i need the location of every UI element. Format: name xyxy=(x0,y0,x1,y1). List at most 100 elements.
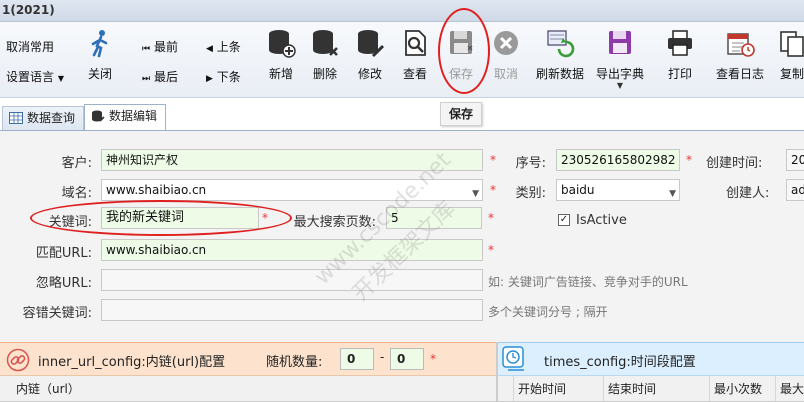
database-edit-icon xyxy=(358,30,385,58)
print-button[interactable]: 打印 xyxy=(654,26,706,88)
serial-field[interactable]: 230526165802982 xyxy=(556,149,680,171)
last-icon: ⏭ xyxy=(142,74,151,84)
database-delete-icon xyxy=(313,30,338,56)
first-label: 最前 xyxy=(153,40,178,54)
prev-label: 上条 xyxy=(216,40,241,54)
ignore-url-hint: 如: 关键词广告链接、竞争对手的URL xyxy=(488,275,688,289)
random-required-mark: * xyxy=(430,352,436,366)
refresh-button[interactable]: 刷新数据 xyxy=(532,26,588,88)
copy-icon xyxy=(780,31,804,57)
window-title: 1(2021) xyxy=(2,3,55,17)
close-label: 关闭 xyxy=(87,67,112,81)
edit-form: 客户: 神州知识产权 * 序号: 230526165802982 * 创建时间:… xyxy=(0,130,804,342)
isactive-checkbox[interactable]: ✓ xyxy=(558,214,570,226)
export-dropdown-icon: ▼ xyxy=(616,81,624,90)
column-header-min-count[interactable]: 最小次数 xyxy=(710,376,776,402)
fault-keyword-hint: 多个关键词分号 ; 隔开 xyxy=(488,305,608,319)
database-icon xyxy=(92,110,105,122)
domain-label: 域名: xyxy=(61,186,92,201)
serial-label: 序号: xyxy=(515,156,546,171)
cancel-label: 取消 xyxy=(493,67,518,81)
database-add-icon xyxy=(269,30,296,58)
times-grid-header: 开始时间 结束时间 最小次数 最大 xyxy=(498,376,804,402)
next-label: 下条 xyxy=(216,70,241,84)
last-button[interactable]: ⏭ 最后 xyxy=(142,68,178,85)
last-label: 最后 xyxy=(153,70,178,84)
view-log-button[interactable]: 查看日志 xyxy=(712,26,768,88)
random-range-separator: - xyxy=(380,350,385,364)
column-header-inner-url[interactable]: 内链（url） xyxy=(12,376,496,402)
set-language-button[interactable]: 设置语言 ▼ xyxy=(6,68,64,85)
next-icon: ▶ xyxy=(206,74,213,84)
toolbar: 取消常用 设置语言 ▼ 关闭 ⏮ 最前 ⏭ 最后 ◀ 上条 ▶ 下条 新增 删除… xyxy=(0,22,804,98)
random-min-field[interactable]: 0 xyxy=(340,348,374,370)
prev-button[interactable]: ◀ 上条 xyxy=(206,38,241,55)
calendar-log-icon xyxy=(727,33,755,57)
close-button[interactable]: 关闭 xyxy=(74,26,126,88)
export-dict-label: 导出字典 xyxy=(595,67,644,81)
print-label: 打印 xyxy=(667,67,692,81)
tab-data-query-label: 数据查询 xyxy=(27,111,76,125)
cancel-circle-icon xyxy=(494,31,518,55)
prev-icon: ◀ xyxy=(206,44,213,54)
column-header-end-time[interactable]: 结束时间 xyxy=(604,376,710,402)
refresh-label: 刷新数据 xyxy=(535,67,584,81)
isactive-label: IsActive xyxy=(576,213,627,228)
grid-table-icon xyxy=(9,112,23,124)
save-tooltip: 保存 xyxy=(440,102,482,126)
keyword-required-mark: * xyxy=(262,211,268,225)
category-select[interactable]: baidu ▼ xyxy=(556,179,680,201)
fault-keyword-field[interactable] xyxy=(101,299,483,321)
tab-data-edit-label: 数据编辑 xyxy=(109,109,158,123)
tab-strip: 数据查询 数据编辑 xyxy=(0,104,440,131)
customer-required-mark: * xyxy=(490,153,496,167)
title-bar: 1(2021) xyxy=(0,0,804,22)
match-url-label: 匹配URL: xyxy=(35,246,92,261)
column-header-max[interactable]: 最大 xyxy=(776,376,804,402)
cancel-button[interactable]: 取消 xyxy=(480,26,532,88)
inner-url-config-panel: inner_url_config:内链(url)配置 随机数量: 0 - 0 * xyxy=(0,342,496,376)
creator-label: 创建人: xyxy=(726,186,770,201)
keyword-field[interactable]: 我的新关键词 xyxy=(101,207,259,229)
inner-url-grid-header: 内链（url） xyxy=(0,376,496,402)
tab-data-edit[interactable]: 数据编辑 xyxy=(84,104,167,131)
export-dict-button[interactable]: 导出字典 ▼ xyxy=(594,26,646,90)
fault-keyword-label: 容错关键词: xyxy=(22,306,92,321)
column-header-start-time[interactable]: 开始时间 xyxy=(514,376,604,402)
tab-data-query[interactable]: 数据查询 xyxy=(2,106,85,130)
row-indicator-cell xyxy=(498,376,514,402)
customer-field[interactable]: 神州知识产权 xyxy=(101,149,483,171)
dropdown-arrow-icon: ▼ xyxy=(669,189,676,199)
set-language-label: 设置语言 xyxy=(6,70,55,84)
match-url-field[interactable]: www.shaibiao.cn xyxy=(101,239,483,261)
max-pages-label: 最大搜索页数: xyxy=(293,215,376,230)
match-url-required-mark: * xyxy=(488,243,494,257)
floppy-disk-icon xyxy=(450,31,473,54)
domain-select[interactable]: www.shaibiao.cn ▼ xyxy=(101,179,483,201)
clock-icon xyxy=(502,346,524,371)
random-max-field[interactable]: 0 xyxy=(390,348,424,370)
inner-url-panel-title: inner_url_config:内链(url)配置 xyxy=(38,355,226,370)
printer-icon xyxy=(668,30,692,56)
created-time-field[interactable]: 20 xyxy=(786,149,804,171)
max-pages-field[interactable]: 5 xyxy=(386,207,482,229)
view-label: 查看 xyxy=(402,67,427,81)
view-button[interactable]: 查看 xyxy=(389,26,441,88)
refresh-data-icon xyxy=(547,30,575,58)
times-panel-title: times_config:时间段配置 xyxy=(544,355,696,370)
times-config-panel: times_config:时间段配置 xyxy=(498,342,804,376)
ignore-url-label: 忽略URL: xyxy=(35,276,92,291)
max-pages-required-mark: * xyxy=(488,211,494,225)
dropdown-arrow-icon: ▼ xyxy=(57,74,64,83)
next-button[interactable]: ▶ 下条 xyxy=(206,68,241,85)
check-icon: ✓ xyxy=(559,214,569,225)
first-button[interactable]: ⏮ 最前 xyxy=(142,38,178,55)
copy-label: 复制 xyxy=(780,67,804,81)
walking-person-icon xyxy=(91,30,108,58)
created-time-label: 创建时间: xyxy=(706,156,763,171)
ignore-url-field[interactable] xyxy=(101,269,483,291)
creator-field[interactable]: ad xyxy=(786,179,804,201)
copy-button[interactable]: 复制 xyxy=(772,26,804,88)
link-icon xyxy=(6,348,30,372)
cancel-common-button[interactable]: 取消常用 xyxy=(6,38,54,55)
